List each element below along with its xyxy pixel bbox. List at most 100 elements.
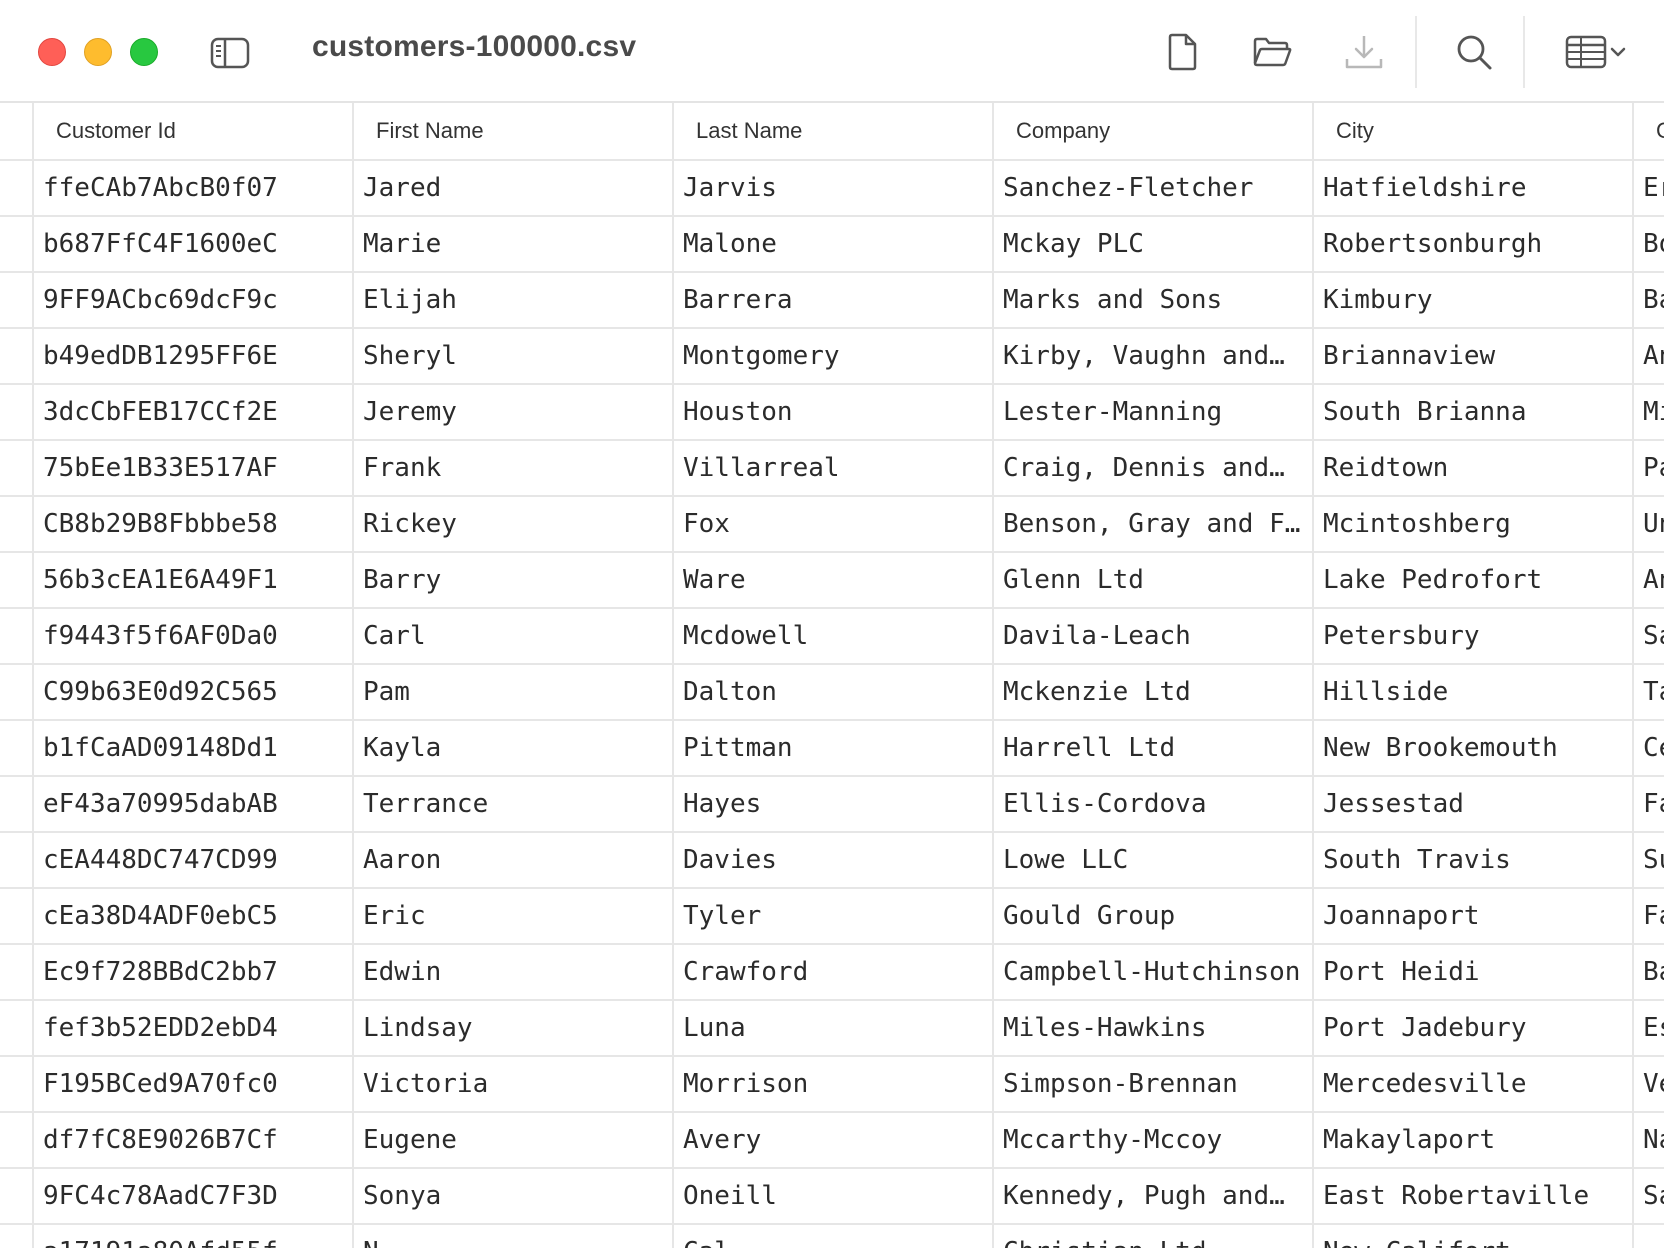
table-cell-company[interactable]: Mckay PLC	[992, 217, 1312, 271]
table-cell-last-name[interactable]: Dalton	[672, 665, 992, 719]
row-gutter[interactable]	[0, 833, 34, 887]
table-cell-company[interactable]: Benson, Gray and F…	[992, 497, 1312, 551]
table-cell-first-name[interactable]: N	[352, 1225, 672, 1248]
table-cell-country[interactable]: Er	[1632, 161, 1664, 215]
table-cell-city[interactable]: New Brookemouth	[1312, 721, 1632, 775]
row-gutter[interactable]	[0, 553, 34, 607]
table-row[interactable]: cEa38D4ADF0ebC5 Eric Tyler Gould Group Joann…	[0, 889, 1664, 945]
table-cell-last-name[interactable]: Barrera	[672, 273, 992, 327]
table-cell-country[interactable]: Pa	[1632, 441, 1664, 495]
table-cell-last-name[interactable]: Ware	[672, 553, 992, 607]
table-cell-country[interactable]: Ve	[1632, 1057, 1664, 1111]
table-cell-last-name[interactable]: Houston	[672, 385, 992, 439]
table-cell-last-name[interactable]: Oneill	[672, 1169, 992, 1223]
table-row[interactable]: 9FF9ACbc69dcF9c Elijah Barrera Marks and So…	[0, 273, 1664, 329]
table-cell-company[interactable]: Sanchez-Fletcher	[992, 161, 1312, 215]
row-gutter[interactable]	[0, 1057, 34, 1111]
table-cell-last-name[interactable]: Morrison	[672, 1057, 992, 1111]
new-file-button[interactable]	[1162, 30, 1202, 74]
row-gutter[interactable]	[0, 385, 34, 439]
table-cell-company[interactable]: Christian Ltd	[992, 1225, 1312, 1248]
table-cell-company[interactable]: Kirby, Vaughn and…	[992, 329, 1312, 383]
row-gutter[interactable]	[0, 1113, 34, 1167]
table-row[interactable]: a17191a80Afd55fNCalChristian LtdNew Cali…	[0, 1225, 1664, 1248]
table-cell-city[interactable]: Makaylaport	[1312, 1113, 1632, 1167]
row-gutter[interactable]	[0, 721, 34, 775]
table-cell-city[interactable]: Kimbury	[1312, 273, 1632, 327]
table-cell-first-name[interactable]: Pam	[352, 665, 672, 719]
maximize-window-button[interactable]	[130, 38, 158, 66]
table-cell-country[interactable]: Ce	[1632, 721, 1664, 775]
table-cell-last-name[interactable]: Mcdowell	[672, 609, 992, 663]
table-cell-customer-id[interactable]: eF43a70995dabAB	[32, 777, 352, 831]
table-cell-country[interactable]: Sa	[1632, 1169, 1664, 1223]
table-cell-city[interactable]: East Robertaville	[1312, 1169, 1632, 1223]
row-gutter[interactable]	[0, 1169, 34, 1223]
table-cell-company[interactable]: Glenn Ltd	[992, 553, 1312, 607]
column-header-city[interactable]: City	[1312, 103, 1632, 159]
table-row[interactable]: Ec9f728BBdC2bb7 Edwin Crawford Campbell-Hut…	[0, 945, 1664, 1001]
table-cell-city[interactable]: Robertsonburgh	[1312, 217, 1632, 271]
table-cell-first-name[interactable]: Eric	[352, 889, 672, 943]
table-cell-country[interactable]: An	[1632, 553, 1664, 607]
table-cell-customer-id[interactable]: 75bEe1B33E517AF	[32, 441, 352, 495]
table-row[interactable]: cEA448DC747CD99 Aaron Davies Lowe LLC South …	[0, 833, 1664, 889]
table-cell-country[interactable]: Su	[1632, 833, 1664, 887]
table-row[interactable]: ffeCAb7AbcB0f07 Jared Jarvis Sanchez-Fletch…	[0, 161, 1664, 217]
table-cell-company[interactable]: Craig, Dennis and…	[992, 441, 1312, 495]
table-cell-customer-id[interactable]: f9443f5f6AF0Da0	[32, 609, 352, 663]
table-cell-city[interactable]: Hillside	[1312, 665, 1632, 719]
close-window-button[interactable]	[38, 38, 66, 66]
table-row[interactable]: F195BCed9A70fc0 Victoria Morrison Simpson-B…	[0, 1057, 1664, 1113]
table-cell-city[interactable]: Lake Pedrofort	[1312, 553, 1632, 607]
table-cell-last-name[interactable]: Avery	[672, 1113, 992, 1167]
table-cell-company[interactable]: Campbell-Hutchinson	[992, 945, 1312, 999]
column-header-country[interactable]: C	[1632, 103, 1664, 159]
table-cell-last-name[interactable]: Davies	[672, 833, 992, 887]
table-view-menu-button[interactable]	[1560, 32, 1632, 72]
table-cell-last-name[interactable]: Villarreal	[672, 441, 992, 495]
table-cell-customer-id[interactable]: b1fCaAD09148Dd1	[32, 721, 352, 775]
table-cell-company[interactable]: Mccarthy-Mccoy	[992, 1113, 1312, 1167]
search-button[interactable]	[1452, 30, 1496, 74]
table-row[interactable]: b687FfC4F1600eC Marie Malone Mckay PLC Rober…	[0, 217, 1664, 273]
table-cell-customer-id[interactable]: 9FC4c78AadC7F3D	[32, 1169, 352, 1223]
table-cell-first-name[interactable]: Sonya	[352, 1169, 672, 1223]
row-gutter[interactable]	[0, 609, 34, 663]
row-gutter[interactable]	[0, 329, 34, 383]
table-cell-company[interactable]: Davila-Leach	[992, 609, 1312, 663]
table-cell-first-name[interactable]: Terrance	[352, 777, 672, 831]
table-cell-country[interactable]	[1632, 1225, 1664, 1248]
table-cell-customer-id[interactable]: 9FF9ACbc69dcF9c	[32, 273, 352, 327]
table-cell-company[interactable]: Lowe LLC	[992, 833, 1312, 887]
row-gutter[interactable]	[0, 1225, 34, 1248]
table-row[interactable]: b49edDB1295FF6E Sheryl Montgomery Kirby, Va…	[0, 329, 1664, 385]
data-grid[interactable]: Customer Id First Name Last Name Company Cit…	[0, 103, 1664, 1248]
table-cell-city[interactable]: Petersbury	[1312, 609, 1632, 663]
table-row[interactable]: 9FC4c78AadC7F3D Sonya Oneill Kennedy, Pugh …	[0, 1169, 1664, 1225]
table-cell-first-name[interactable]: Jeremy	[352, 385, 672, 439]
table-cell-country[interactable]: An	[1632, 329, 1664, 383]
column-header-first-name[interactable]: First Name	[352, 103, 672, 159]
table-cell-first-name[interactable]: Victoria	[352, 1057, 672, 1111]
table-cell-city[interactable]: South Travis	[1312, 833, 1632, 887]
row-gutter[interactable]	[0, 889, 34, 943]
table-cell-country[interactable]: Ba	[1632, 273, 1664, 327]
table-cell-country[interactable]: Mi	[1632, 385, 1664, 439]
open-folder-button[interactable]	[1250, 32, 1294, 72]
table-cell-customer-id[interactable]: a17191a80Afd55f	[32, 1225, 352, 1248]
table-cell-customer-id[interactable]: b49edDB1295FF6E	[32, 329, 352, 383]
table-cell-first-name[interactable]: Rickey	[352, 497, 672, 551]
row-gutter[interactable]	[0, 441, 34, 495]
table-cell-last-name[interactable]: Tyler	[672, 889, 992, 943]
table-cell-city[interactable]: Port Jadebury	[1312, 1001, 1632, 1055]
table-cell-customer-id[interactable]: cEa38D4ADF0ebC5	[32, 889, 352, 943]
table-cell-city[interactable]: Hatfieldshire	[1312, 161, 1632, 215]
table-row[interactable]: df7fC8E9026B7Cf Eugene Avery Mccarthy-Mccoy…	[0, 1113, 1664, 1169]
table-cell-first-name[interactable]: Elijah	[352, 273, 672, 327]
table-cell-customer-id[interactable]: fef3b52EDD2ebD4	[32, 1001, 352, 1055]
table-cell-last-name[interactable]: Pittman	[672, 721, 992, 775]
table-cell-first-name[interactable]: Aaron	[352, 833, 672, 887]
table-cell-last-name[interactable]: Hayes	[672, 777, 992, 831]
table-cell-city[interactable]: Briannaview	[1312, 329, 1632, 383]
